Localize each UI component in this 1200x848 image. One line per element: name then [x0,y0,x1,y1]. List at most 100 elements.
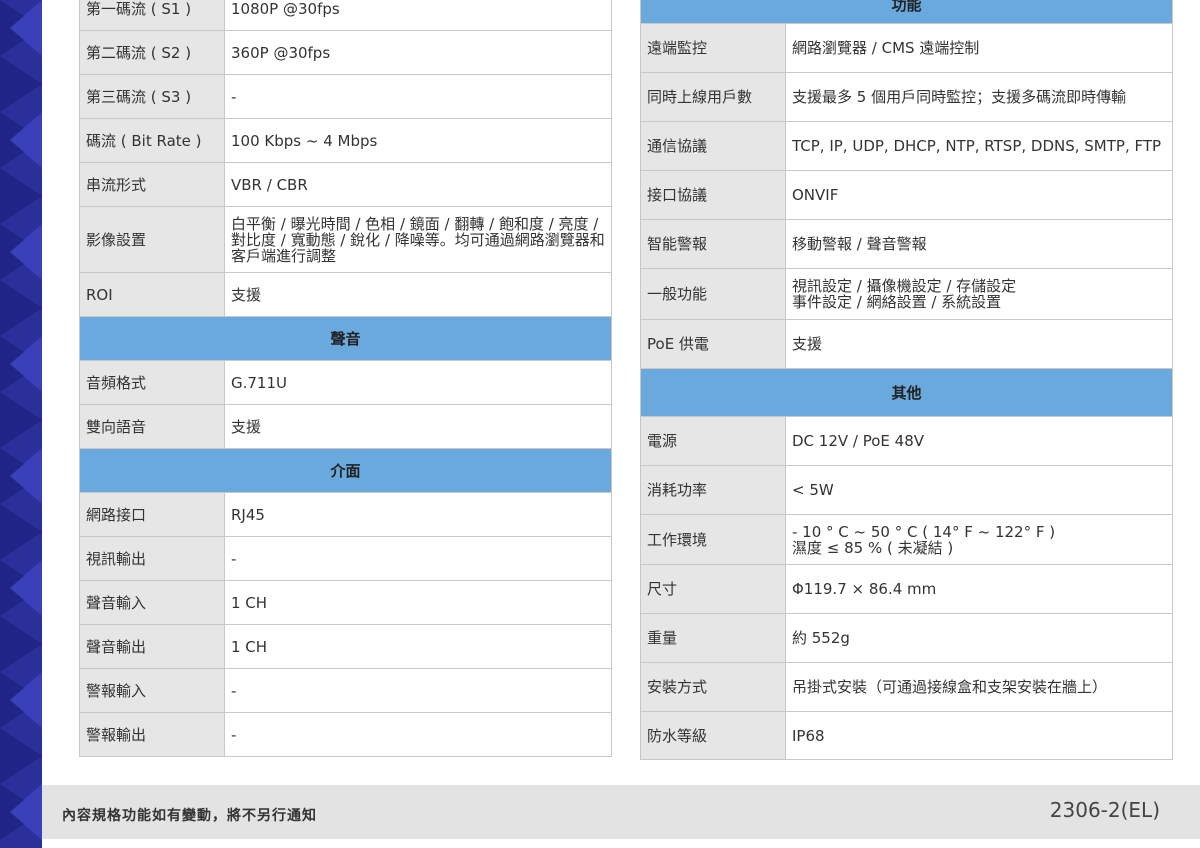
spec-value: 100 Kbps ~ 4 Mbps [224,118,612,163]
spec-value: 1 CH [224,580,612,625]
section-header-row: 其他 [639,368,1174,417]
spec-value: 支援最多 5 個用戶同時監控；支援多碼流即時傳輸 [784,72,1174,122]
table-row: 智能警報 移動警報 / 聲音警報 [640,219,1174,269]
spec-label: 電源 [640,416,786,466]
spec-label: 重量 [640,613,786,663]
section-title-function: 功能 [639,0,1174,24]
section-header-row: 聲音 [79,316,612,361]
section-title-interface: 介面 [79,448,612,493]
table-row: 聲音輸出 1 CH [79,624,612,669]
spec-value-line: 濕度 ≤ 85 % ( 未凝結 ) [792,538,954,557]
spec-label: 雙向語音 [79,404,225,449]
spec-value: 支援 [224,272,612,317]
spec-value: - [224,74,612,119]
table-row: 同時上線用戶數 支援最多 5 個用戶同時監控；支援多碼流即時傳輸 [640,72,1174,122]
section-header-row: 介面 [79,448,612,493]
triangle-pattern-graphic [0,0,42,840]
decorative-side-strip [0,0,42,848]
spec-label: 警報輸出 [79,712,225,757]
spec-value-line: 事件設定 / 網絡設置 / 系統設置 [792,293,1002,311]
table-row: 音頻格式 G.711U [79,360,612,405]
section-title-audio: 聲音 [79,316,612,361]
table-row: 串流形式 VBR / CBR [79,162,612,207]
table-row: 一般功能 視訊設定 / 攝像機設定 / 存儲設定 事件設定 / 網絡設置 / 系… [640,268,1174,320]
table-row: 尺寸 Φ119.7 × 86.4 mm [640,564,1174,614]
spec-label: 影像設置 [79,206,225,273]
spec-value: IP68 [784,711,1174,760]
table-row: 碼流 ( Bit Rate ) 100 Kbps ~ 4 Mbps [79,118,612,163]
document-code: 2306-2(EL) [1049,798,1160,822]
table-row: 防水等級 IP68 [640,711,1174,760]
spec-label: 智能警報 [640,219,786,269]
table-row: 第二碼流 ( S2 ) 360P @30fps [79,30,612,75]
table-row: 安裝方式 吊掛式安裝（可通過接線盒和支架安裝在牆上） [640,662,1174,712]
table-row: 警報輸出 - [79,712,612,757]
table-row: 網路接口 RJ45 [79,492,612,537]
spec-label: 音頻格式 [79,360,225,405]
spec-label: 接口協議 [640,170,786,220]
spec-label: 視訊輸出 [79,536,225,581]
spec-value: 白平衡 / 曝光時間 / 色相 / 鏡面 / 翻轉 / 飽和度 / 亮度 / 對… [224,206,612,273]
spec-value: 網路瀏覽器 / CMS 遠端控制 [784,23,1174,73]
spec-value: - [224,712,612,757]
table-row: 遠端監控 網路瀏覽器 / CMS 遠端控制 [640,23,1174,73]
spec-value-multiline: 視訊設定 / 攝像機設定 / 存儲設定 事件設定 / 網絡設置 / 系統設置 [784,268,1174,320]
table-row: 視訊輸出 - [79,536,612,581]
table-row: 第三碼流 ( S3 ) - [79,74,612,119]
spec-value: - [224,536,612,581]
spec-value: 支援 [224,404,612,449]
spec-value-line: 視訊設定 / 攝像機設定 / 存儲設定 [792,277,1017,295]
spec-label: PoE 供電 [640,319,786,369]
table-row: 重量 約 552g [640,613,1174,663]
spec-label: 聲音輸出 [79,624,225,669]
table-row: 消耗功率 < 5W [640,465,1174,515]
spec-label: 消耗功率 [640,465,786,515]
spec-value: 1 CH [224,624,612,669]
table-row: 雙向語音 支援 [79,404,612,449]
spec-value: 360P @30fps [224,30,612,75]
table-row: 警報輸入 - [79,668,612,713]
spec-value: G.711U [224,360,612,405]
table-row: 通信協議 TCP, IP, UDP, DHCP, NTP, RTSP, DDNS… [640,121,1174,171]
spec-label: 尺寸 [640,564,786,614]
left-spec-table: 第一碼流 ( S1 ) 1080P @30fps 第二碼流 ( S2 ) 360… [79,0,612,757]
table-row: 接口協議 ONVIF [640,170,1174,220]
spec-value: DC 12V / PoE 48V [784,416,1174,466]
footer-bar: 內容規格功能如有變動，將不另行通知 2306-2(EL) [42,785,1200,839]
spec-label: 第一碼流 ( S1 ) [79,0,225,31]
footer-disclaimer: 內容規格功能如有變動，將不另行通知 [62,808,317,824]
section-header-row: 功能 [639,0,1174,24]
table-row: 工作環境 - 10 ° C ~ 50 ° C ( 14° F ~ 122° F … [640,514,1174,565]
spec-value: 1080P @30fps [224,0,612,31]
right-spec-table: 功能 遠端監控 網路瀏覽器 / CMS 遠端控制 同時上線用戶數 支援最多 5 … [639,0,1174,760]
spec-value: 吊掛式安裝（可通過接線盒和支架安裝在牆上） [784,662,1174,712]
spec-value: VBR / CBR [224,162,612,207]
spec-label: 遠端監控 [640,23,786,73]
spec-label: 通信協議 [640,121,786,171]
spec-value: 移動警報 / 聲音警報 [784,219,1174,269]
spec-label: 第三碼流 ( S3 ) [79,74,225,119]
spec-value-multiline: - 10 ° C ~ 50 ° C ( 14° F ~ 122° F ) 濕度 … [784,514,1174,565]
table-row: PoE 供電 支援 [640,319,1174,369]
spec-label: 防水等級 [640,711,786,760]
spec-label: 安裝方式 [640,662,786,712]
spec-value: Φ119.7 × 86.4 mm [784,564,1174,614]
spec-label: 第二碼流 ( S2 ) [79,30,225,75]
spec-label: 工作環境 [640,514,786,565]
spec-label: 聲音輸入 [79,580,225,625]
section-title-other: 其他 [639,368,1174,417]
table-row: 聲音輸入 1 CH [79,580,612,625]
spec-label: 網路接口 [79,492,225,537]
spec-value: 約 552g [784,613,1174,663]
spec-value: ONVIF [784,170,1174,220]
table-row: ROI 支援 [79,272,612,317]
table-row: 電源 DC 12V / PoE 48V [640,416,1174,466]
spec-value: 支援 [784,319,1174,369]
spec-value: TCP, IP, UDP, DHCP, NTP, RTSP, DDNS, SMT… [784,121,1174,171]
spec-label: 串流形式 [79,162,225,207]
spec-value-line: - 10 ° C ~ 50 ° C ( 14° F ~ 122° F ) [792,522,1056,541]
spec-label: ROI [79,272,225,317]
spec-value: - [224,668,612,713]
spec-label: 一般功能 [640,268,786,320]
table-row: 影像設置 白平衡 / 曝光時間 / 色相 / 鏡面 / 翻轉 / 飽和度 / 亮… [79,206,612,273]
